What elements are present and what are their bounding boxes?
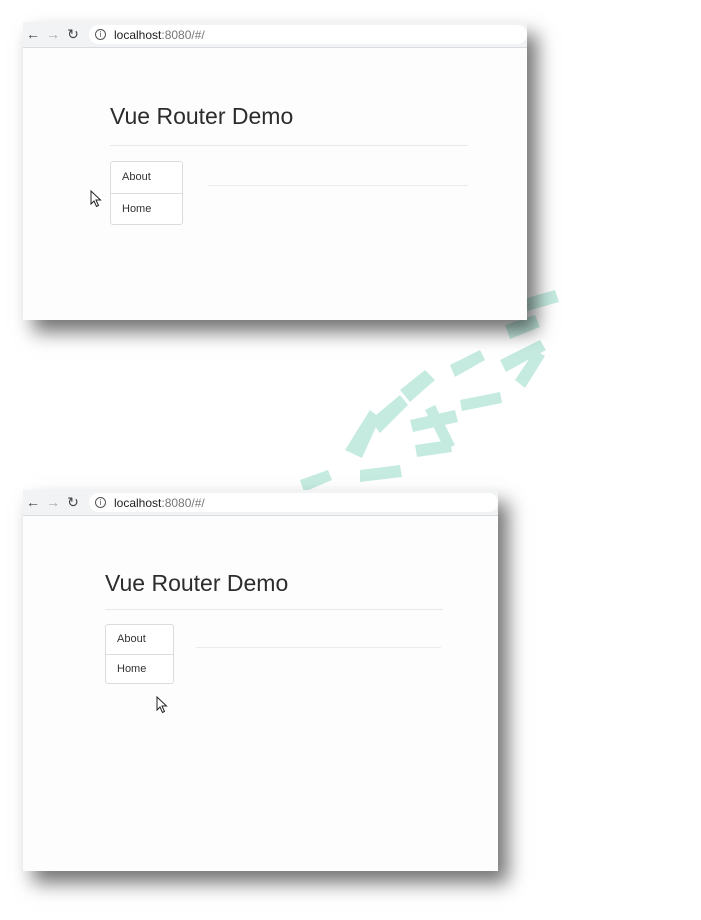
nav-link-about[interactable]: About: [106, 625, 173, 654]
stage: ← → ↻ i localhost:8080/#/ Vue Router Dem…: [0, 0, 701, 920]
router-view-divider: [208, 185, 468, 186]
mouse-cursor-icon: [90, 190, 102, 208]
page-title: Vue Router Demo: [110, 103, 294, 129]
url-host: localhost: [114, 495, 162, 510]
address-bar[interactable]: i localhost:8080/#/: [89, 493, 498, 512]
browser-window-1: ← → ↻ i localhost:8080/#/ Vue Router Dem…: [23, 22, 527, 320]
address-bar[interactable]: i localhost:8080/#/: [89, 25, 527, 44]
nav-link-about[interactable]: About: [111, 162, 182, 193]
url-path: :8080/#/: [161, 495, 205, 510]
info-icon[interactable]: i: [95, 497, 106, 508]
forward-arrow-icon[interactable]: →: [43, 490, 63, 515]
router-view-divider: [196, 647, 441, 648]
browser-window-2: ← → ↻ i localhost:8080/#/ Vue Router Dem…: [23, 490, 498, 871]
browser-toolbar: ← → ↻ i localhost:8080/#/: [23, 22, 527, 48]
url-path: :8080/#/: [161, 27, 205, 42]
url-host: localhost: [114, 27, 162, 42]
forward-arrow-icon[interactable]: →: [43, 22, 63, 47]
reload-icon[interactable]: ↻: [63, 490, 83, 515]
info-icon[interactable]: i: [95, 29, 106, 40]
nav-list-group: About Home: [110, 161, 183, 225]
browser-toolbar: ← → ↻ i localhost:8080/#/: [23, 490, 498, 516]
nav-link-home[interactable]: Home: [111, 193, 182, 224]
reload-icon[interactable]: ↻: [63, 22, 83, 47]
title-divider: [105, 609, 443, 610]
page-title: Vue Router Demo: [105, 570, 289, 596]
title-divider: [110, 145, 468, 146]
back-arrow-icon[interactable]: ←: [23, 490, 43, 515]
nav-link-home[interactable]: Home: [106, 654, 173, 683]
nav-list-group: About Home: [105, 624, 174, 684]
mouse-cursor-icon: [156, 696, 168, 714]
back-arrow-icon[interactable]: ←: [23, 22, 43, 47]
